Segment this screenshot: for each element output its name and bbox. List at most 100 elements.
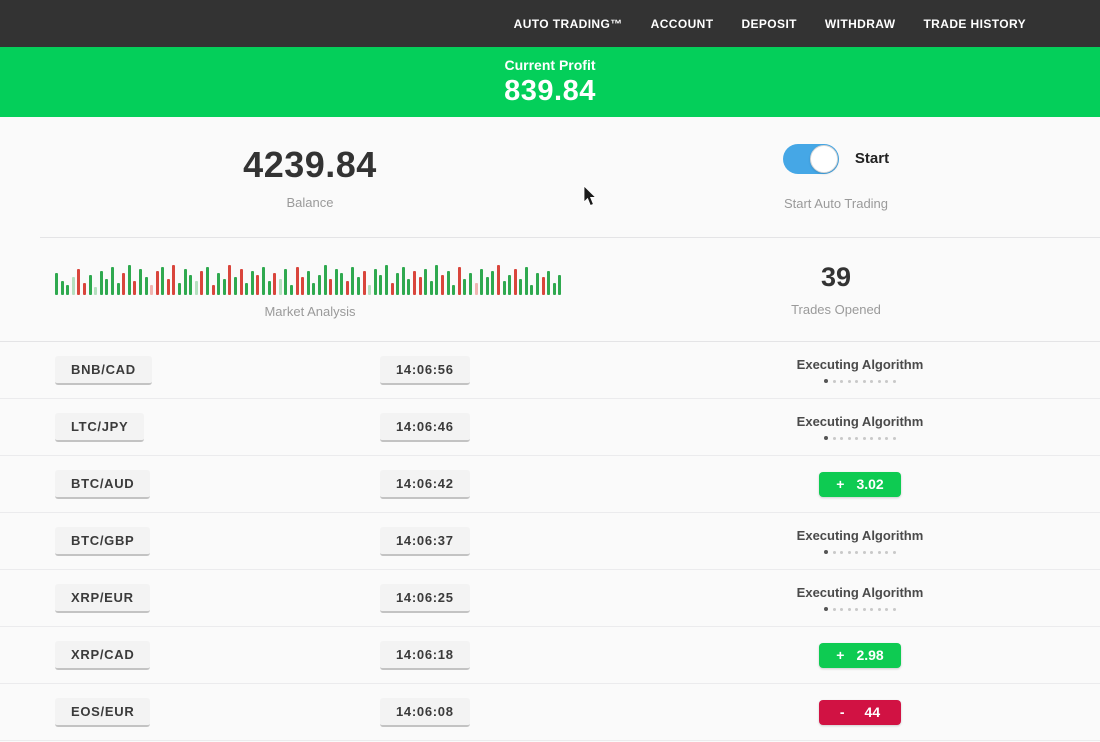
- nav-item-withdraw[interactable]: WITHDRAW: [825, 17, 896, 31]
- market-bar: [262, 267, 265, 295]
- market-bar: [284, 269, 287, 295]
- table-row: EOS/EUR 14:06:08 - 44: [0, 684, 1100, 741]
- pair-chip[interactable]: LTC/JPY: [55, 413, 144, 442]
- market-bar: [351, 267, 354, 295]
- market-bar: [368, 285, 371, 295]
- toggle-label: Start: [855, 150, 889, 167]
- market-bar: [189, 275, 192, 295]
- progress-dot: [840, 437, 843, 440]
- time-chip[interactable]: 14:06:46: [380, 413, 470, 442]
- pair-chip[interactable]: EOS/EUR: [55, 698, 150, 727]
- badge-value: 2.98: [856, 647, 883, 663]
- progress-dot: [870, 380, 873, 383]
- auto-trading-toggle[interactable]: [783, 144, 839, 174]
- pair-chip[interactable]: XRP/CAD: [55, 641, 150, 670]
- status-executing: Executing Algorithm: [797, 414, 924, 440]
- market-bar: [161, 267, 164, 295]
- market-bar: [240, 269, 243, 295]
- market-bar: [525, 267, 528, 295]
- executing-label: Executing Algorithm: [797, 414, 924, 429]
- market-bar: [363, 271, 366, 295]
- time-chip[interactable]: 14:06:56: [380, 356, 470, 385]
- pair-chip[interactable]: BNB/CAD: [55, 356, 152, 385]
- progress-dot: [878, 551, 881, 554]
- market-bar: [385, 265, 388, 295]
- mouse-cursor-icon: [583, 186, 598, 207]
- market-bar: [519, 279, 522, 295]
- status-executing: Executing Algorithm: [797, 357, 924, 383]
- market-bar: [77, 269, 80, 295]
- market-bar: [486, 277, 489, 295]
- market-bar: [346, 281, 349, 295]
- market-bar: [413, 271, 416, 295]
- time-chip[interactable]: 14:06:42: [380, 470, 470, 499]
- status-executing: Executing Algorithm: [797, 585, 924, 611]
- market-bar: [329, 279, 332, 295]
- progress-dot: [855, 608, 858, 611]
- market-analysis-chart: [55, 261, 565, 295]
- progress-dot: [833, 380, 836, 383]
- loss-badge: - 44: [819, 700, 901, 725]
- progress-dot: [824, 550, 828, 554]
- nav-item-auto-trading[interactable]: AUTO TRADING™: [514, 17, 623, 31]
- current-profit-banner: Current Profit 839.84: [0, 47, 1100, 117]
- nav-item-account[interactable]: ACCOUNT: [651, 17, 714, 31]
- badge-value: 3.02: [856, 476, 883, 492]
- trades-opened-value: 39: [821, 262, 851, 293]
- progress-dot: [863, 608, 866, 611]
- pair-chip[interactable]: BTC/GBP: [55, 527, 150, 556]
- progress-dot: [863, 380, 866, 383]
- market-bar: [441, 275, 444, 295]
- table-row: XRP/CAD 14:06:18 + 2.98: [0, 627, 1100, 684]
- market-bar: [480, 269, 483, 295]
- progress-dot: [824, 379, 828, 383]
- market-bar: [447, 271, 450, 295]
- market-bar: [139, 269, 142, 295]
- trades-opened-label: Trades Opened: [791, 302, 881, 317]
- market-bar: [407, 279, 410, 295]
- market-bar: [212, 285, 215, 295]
- market-bar: [290, 285, 293, 295]
- time-chip[interactable]: 14:06:25: [380, 584, 470, 613]
- badge-sign: +: [836, 476, 844, 492]
- market-bar: [508, 275, 511, 295]
- pair-chip[interactable]: BTC/AUD: [55, 470, 150, 499]
- table-row: BNB/CAD 14:06:56 Executing Algorithm: [0, 342, 1100, 399]
- market-bar: [514, 269, 517, 295]
- market-bar: [234, 277, 237, 295]
- market-bar: [100, 271, 103, 295]
- progress-dot: [848, 437, 851, 440]
- progress-dot: [870, 608, 873, 611]
- market-bar: [463, 279, 466, 295]
- market-bar: [307, 271, 310, 295]
- time-chip[interactable]: 14:06:08: [380, 698, 470, 727]
- profit-badge: + 2.98: [819, 643, 901, 668]
- time-chip[interactable]: 14:06:18: [380, 641, 470, 670]
- market-bar: [89, 275, 92, 295]
- progress-dot: [824, 607, 828, 611]
- progress-dot: [893, 608, 896, 611]
- market-bar: [536, 273, 539, 295]
- table-row: LTC/JPY 14:06:46 Executing Algorithm: [0, 399, 1100, 456]
- table-row: BTC/GBP 14:06:37 Executing Algorithm: [0, 513, 1100, 570]
- time-chip[interactable]: 14:06:37: [380, 527, 470, 556]
- current-profit-label: Current Profit: [505, 57, 596, 73]
- progress-dot: [893, 437, 896, 440]
- progress-dot: [885, 608, 888, 611]
- market-bar: [419, 277, 422, 295]
- market-bar: [396, 273, 399, 295]
- market-bar: [379, 275, 382, 295]
- progress-dot: [848, 380, 851, 383]
- market-bar: [251, 271, 254, 295]
- table-row: XRP/EUR 14:06:25 Executing Algorithm: [0, 570, 1100, 627]
- executing-label: Executing Algorithm: [797, 357, 924, 372]
- market-bar: [424, 269, 427, 295]
- progress-dots: [824, 550, 896, 554]
- progress-dot: [870, 437, 873, 440]
- nav-item-trade-history[interactable]: TRADE HISTORY: [923, 17, 1026, 31]
- market-bar: [312, 283, 315, 295]
- pair-chip[interactable]: XRP/EUR: [55, 584, 150, 613]
- progress-dot: [824, 436, 828, 440]
- market-bar: [374, 269, 377, 295]
- nav-item-deposit[interactable]: DEPOSIT: [741, 17, 796, 31]
